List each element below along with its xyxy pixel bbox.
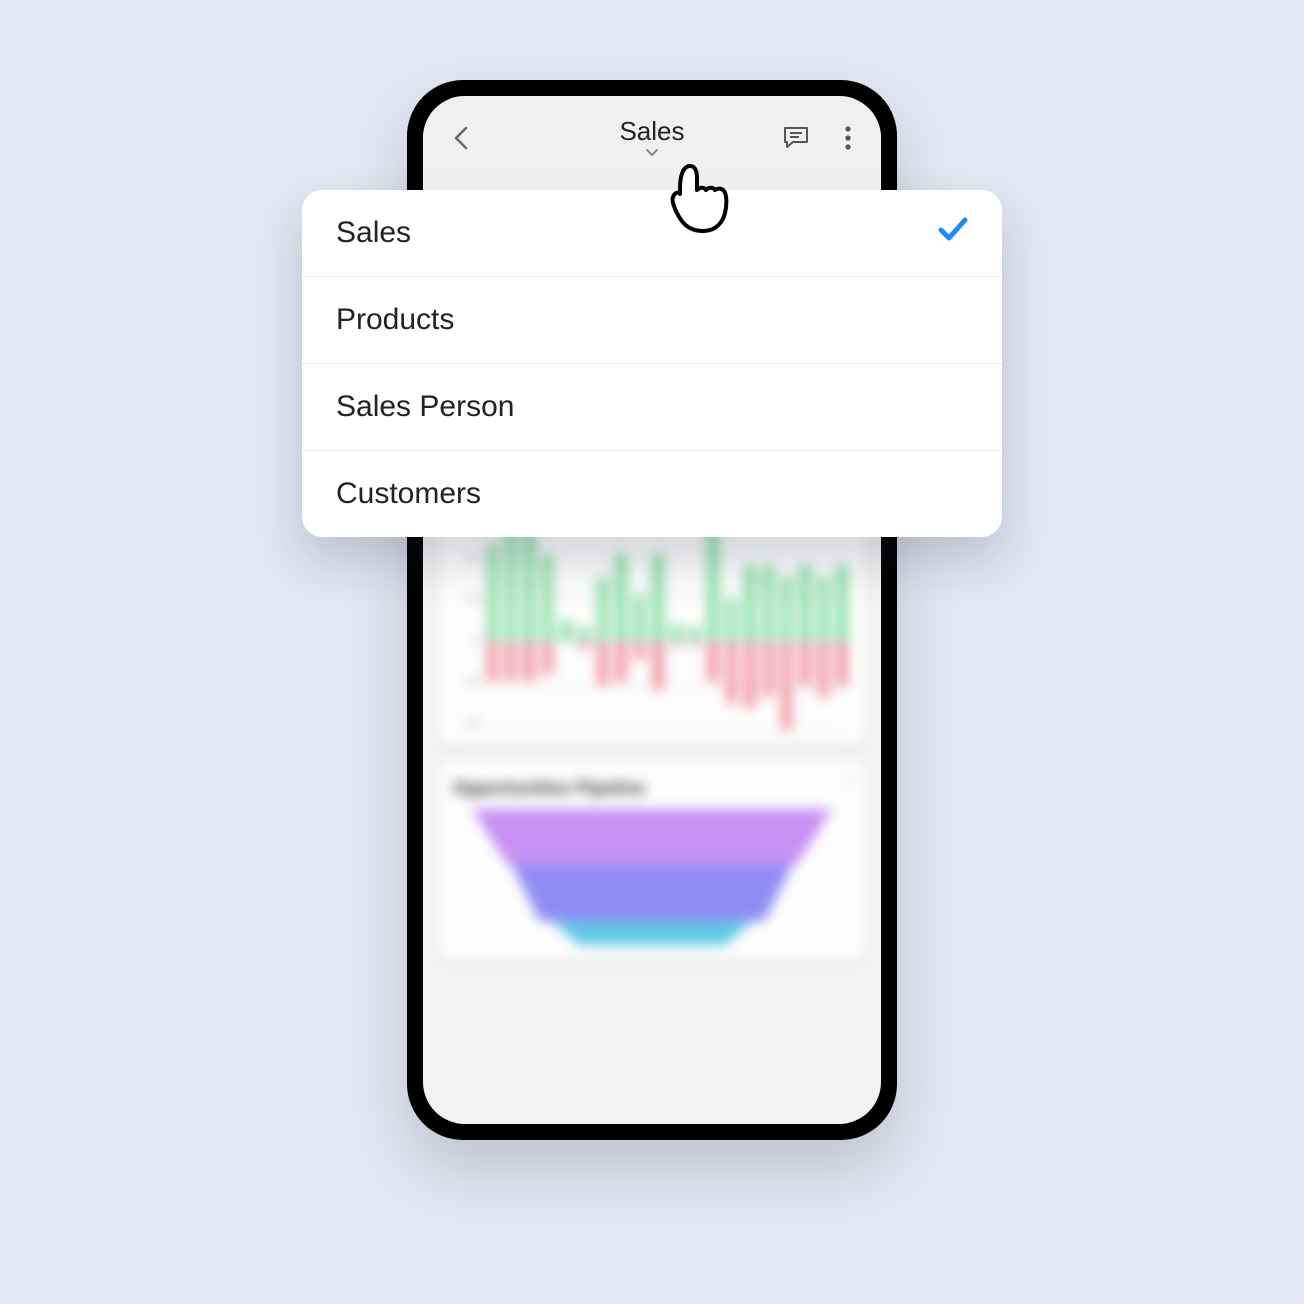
chevron-down-icon (645, 145, 659, 161)
menu-item[interactable]: Products (302, 277, 1002, 364)
menu-item-label: Customers (336, 477, 481, 511)
expand-icon[interactable]: ⤢ (842, 774, 853, 791)
back-button[interactable] (445, 121, 479, 155)
more-button[interactable] (833, 123, 863, 153)
menu-item-label: Sales (336, 216, 411, 250)
menu-item[interactable]: Sales Person (302, 364, 1002, 451)
check-icon (938, 216, 968, 250)
menu-item[interactable]: Customers (302, 451, 1002, 537)
chevron-left-icon (452, 124, 472, 152)
more-vertical-icon (844, 125, 852, 151)
funnel-card: Opportunities Pipeline ⤢ (439, 762, 865, 959)
page-switcher-menu: Sales Products Sales Person Customers (302, 190, 1002, 537)
bar-chart: 6040200-20-40 (453, 510, 851, 730)
funnel-title: Opportunities Pipeline (453, 778, 851, 799)
comments-button[interactable] (781, 123, 811, 153)
menu-item-label: Products (336, 303, 454, 337)
page-title: Sales (619, 116, 684, 147)
topbar-actions (781, 123, 863, 153)
page-title-dropdown[interactable]: Sales (619, 116, 684, 161)
menu-item-label: Sales Person (336, 390, 514, 424)
menu-item[interactable]: Sales (302, 190, 1002, 277)
app-topbar: Sales (423, 96, 881, 180)
chat-icon (782, 125, 810, 151)
funnel-chart (472, 809, 832, 945)
